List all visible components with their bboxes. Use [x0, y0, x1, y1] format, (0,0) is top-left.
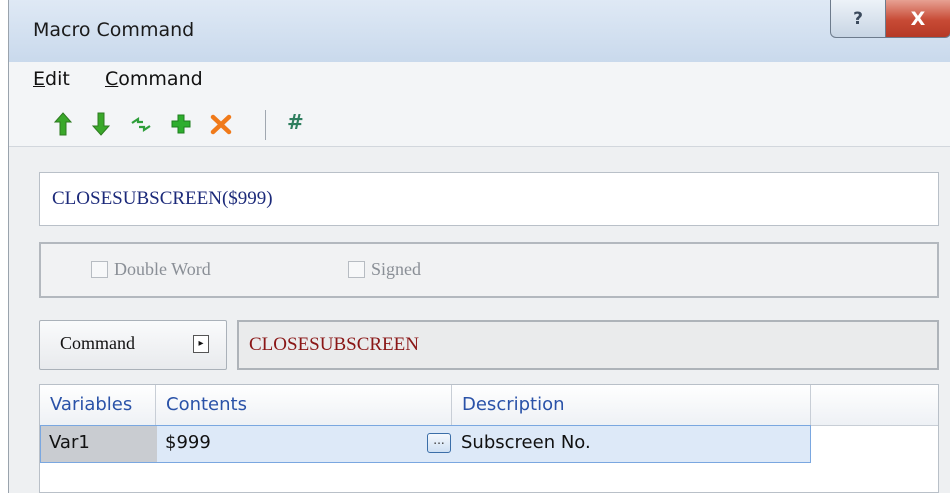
- delete-button[interactable]: [209, 111, 233, 137]
- menu-command[interactable]: Command: [105, 68, 203, 90]
- double-word-label: Double Word: [114, 259, 211, 279]
- help-button[interactable]: ?: [830, 0, 886, 38]
- contents-cell[interactable]: $999: [157, 426, 453, 462]
- macro-command-window: Macro Command ? X Edit Command # CLOSESU…: [8, 0, 950, 493]
- double-word-checkbox[interactable]: [91, 261, 108, 278]
- expression-field[interactable]: CLOSESUBSCREEN($999): [39, 172, 939, 226]
- move-up-button[interactable]: [51, 111, 75, 137]
- menu-edit[interactable]: Edit: [33, 68, 70, 90]
- add-button[interactable]: [169, 111, 193, 137]
- grid-header: Variables Contents Description: [40, 385, 938, 426]
- add-icon: [171, 114, 191, 134]
- move-up-icon: [53, 112, 73, 136]
- window-title: Macro Command: [33, 19, 195, 41]
- replace-button[interactable]: [129, 111, 153, 137]
- browse-button[interactable]: ...: [427, 433, 451, 453]
- column-header-variables[interactable]: Variables: [40, 385, 156, 425]
- column-header-description[interactable]: Description: [452, 385, 811, 425]
- column-header-contents[interactable]: Contents: [156, 385, 452, 425]
- replace-icon: [131, 116, 151, 133]
- signed-option[interactable]: Signed: [348, 259, 421, 280]
- close-button[interactable]: X: [885, 0, 950, 38]
- menu-command-rest: ommand: [118, 68, 203, 90]
- expand-arrow-icon[interactable]: ▸: [193, 335, 209, 353]
- description-cell: Subscreen No.: [461, 432, 591, 453]
- move-down-icon: [91, 112, 111, 136]
- signed-checkbox[interactable]: [348, 261, 365, 278]
- menu-edit-rest: dit: [45, 68, 70, 90]
- menu-bar: Edit Command: [9, 62, 950, 96]
- double-word-option[interactable]: Double Word: [91, 259, 211, 280]
- hash-button[interactable]: #: [287, 110, 304, 134]
- command-name-field: CLOSESUBSCREEN: [237, 320, 939, 370]
- menu-command-accel: C: [105, 68, 119, 90]
- command-button[interactable]: Command ▸: [39, 320, 227, 370]
- move-down-button[interactable]: [89, 111, 113, 137]
- options-panel: Double Word Signed: [39, 242, 939, 298]
- signed-label: Signed: [371, 259, 422, 279]
- toolbar: #: [9, 96, 950, 147]
- help-icon: ?: [853, 8, 863, 29]
- table-row[interactable]: Var1 $999 ... Subscreen No.: [40, 425, 811, 463]
- variable-cell[interactable]: Var1: [41, 426, 157, 462]
- variables-grid: Variables Contents Description Var1 $999…: [39, 384, 939, 493]
- title-bar[interactable]: Macro Command ? X: [9, 0, 950, 63]
- command-label: Command: [60, 333, 135, 353]
- toolbar-separator: [265, 110, 266, 140]
- delete-icon: [210, 114, 232, 135]
- menu-edit-accel: E: [33, 68, 46, 90]
- close-icon: X: [910, 7, 926, 30]
